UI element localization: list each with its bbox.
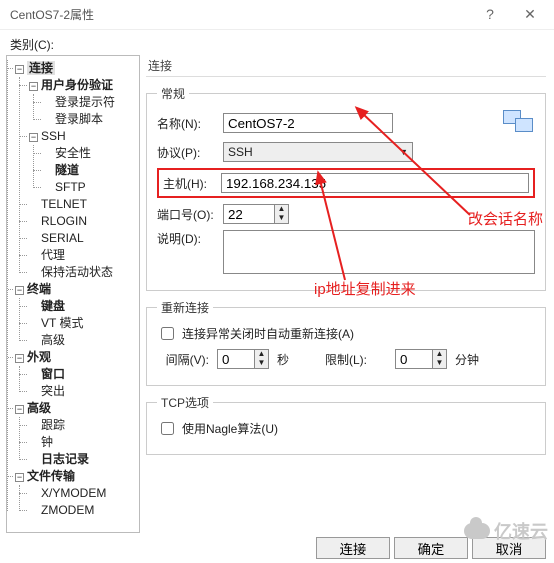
collapse-icon[interactable]: − [15,473,24,482]
name-input[interactable] [223,113,393,133]
host-input[interactable] [221,173,529,193]
limit-label: 限制(L): [325,351,387,368]
host-row-highlight: 主机(H): [157,168,535,198]
port-spinner[interactable]: ▲▼ [223,204,289,224]
tree-node-rlogin[interactable]: RLOGIN [41,214,87,228]
cancel-button[interactable]: 取消 [472,537,546,559]
tree-node-xymodem[interactable]: X/YMODEM [41,486,106,500]
tree-node-advanced2[interactable]: 高级 [27,401,51,415]
tree-node-highlight[interactable]: 突出 [41,384,65,398]
tree-node-tunnel[interactable]: 隧道 [55,163,79,177]
collapse-icon[interactable]: − [15,65,24,74]
nagle-label: 使用Nagle算法(U) [182,420,278,437]
tree-node-user-auth[interactable]: 用户身份验证 [41,78,113,92]
interval-label: 间隔(V): [157,351,209,368]
tcp-legend: TCP选项 [157,394,213,411]
interval-input[interactable] [218,350,254,368]
spin-down-icon[interactable]: ▼ [254,359,268,368]
interval-spinner[interactable]: ▲▼ [217,349,269,369]
nagle-checkbox[interactable] [161,422,174,435]
limit-input[interactable] [396,350,432,368]
tree-node-keyboard[interactable]: 键盘 [41,299,65,313]
auto-reconnect-checkbox[interactable] [161,327,174,340]
tree-node-login-prompt[interactable]: 登录提示符 [55,95,115,109]
panel-title: 连接 [146,55,546,77]
tree-node-serial[interactable]: SERIAL [41,231,84,245]
monitor-icon [503,110,535,136]
desc-label: 说明(D): [157,230,219,247]
collapse-icon[interactable]: − [29,82,38,91]
button-bar: 连接 确定 取消 [0,533,554,563]
protocol-select[interactable]: SSH ▼ [223,142,413,162]
general-group: 常规 名称(N): 协议(P): SSH ▼ 主机(H): 端口号(O): [146,85,546,291]
reconnect-legend: 重新连接 [157,299,213,316]
connect-button[interactable]: 连接 [316,537,390,559]
spin-down-icon[interactable]: ▼ [274,214,288,223]
port-input[interactable] [224,205,274,223]
reconnect-group: 重新连接 连接异常关闭时自动重新连接(A) 间隔(V): ▲▼ 秒 限制(L):… [146,299,546,386]
category-tree[interactable]: −连接 −用户身份验证 ·登录提示符 ·登录脚本 −SSH ·安全性 ·隧道 ·… [6,55,140,533]
tree-node-proxy[interactable]: 代理 [41,248,65,262]
tree-node-file-transfer[interactable]: 文件传输 [27,469,75,483]
limit-spinner[interactable]: ▲▼ [395,349,447,369]
spin-down-icon[interactable]: ▼ [432,359,446,368]
collapse-icon[interactable]: − [15,354,24,363]
tree-node-zmodem[interactable]: ZMODEM [41,503,94,517]
tree-node-keepalive[interactable]: 保持活动状态 [41,265,113,279]
tree-node-vt-mode[interactable]: VT 模式 [41,316,83,330]
tree-node-window[interactable]: 窗口 [41,367,65,381]
tree-node-bell[interactable]: 钟 [41,435,53,449]
help-button[interactable]: ? [470,6,510,23]
host-label: 主机(H): [163,175,221,192]
seconds-label: 秒 [277,351,289,368]
port-label: 端口号(O): [157,206,219,223]
window-title: CentOS7-2属性 [10,6,94,23]
collapse-icon[interactable]: − [15,405,24,414]
auto-reconnect-label: 连接异常关闭时自动重新连接(A) [182,325,354,342]
minutes-label: 分钟 [455,351,479,368]
tree-node-trace[interactable]: 跟踪 [41,418,65,432]
chevron-down-icon: ▼ [399,147,408,157]
tree-node-connection[interactable]: 连接 [27,61,55,75]
tree-node-ssh[interactable]: SSH [41,129,66,143]
tree-node-security[interactable]: 安全性 [55,146,91,160]
category-label: 类别(C): [0,30,554,55]
tree-node-telnet[interactable]: TELNET [41,197,87,211]
titlebar: CentOS7-2属性 ? ✕ [0,0,554,30]
desc-textarea[interactable] [223,230,535,274]
collapse-icon[interactable]: − [29,133,38,142]
tree-node-advanced[interactable]: 高级 [41,333,65,347]
tcp-group: TCP选项 使用Nagle算法(U) [146,394,546,455]
general-legend: 常规 [157,85,189,102]
tree-node-terminal[interactable]: 终端 [27,282,51,296]
tree-node-appearance[interactable]: 外观 [27,350,51,364]
ok-button[interactable]: 确定 [394,537,468,559]
collapse-icon[interactable]: − [15,286,24,295]
protocol-label: 协议(P): [157,144,219,161]
tree-node-login-script[interactable]: 登录脚本 [55,112,103,126]
tree-node-sftp[interactable]: SFTP [55,180,86,194]
name-label: 名称(N): [157,115,219,132]
close-button[interactable]: ✕ [510,6,550,23]
tree-node-logging[interactable]: 日志记录 [41,452,89,466]
